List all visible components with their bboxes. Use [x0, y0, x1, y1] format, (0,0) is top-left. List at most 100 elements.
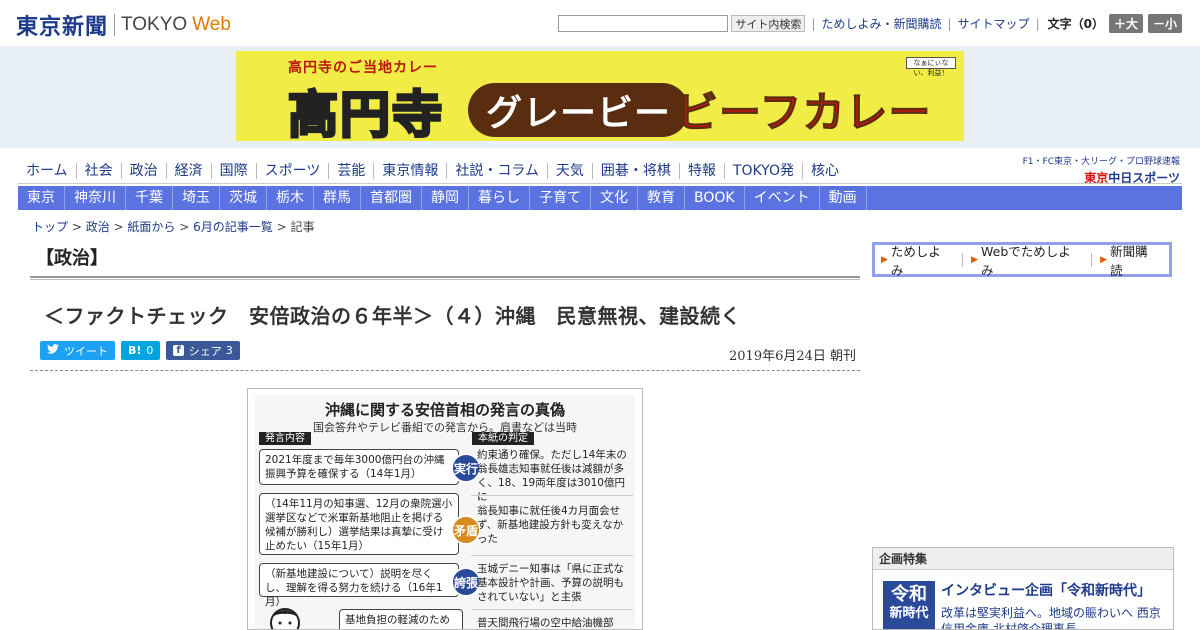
nav-go-shogi[interactable]: 囲碁・将棋 [591, 163, 679, 179]
article-headline: ＜ファクトチェック 安倍政治の６年半＞（４）沖縄 民意無視、建設続く [44, 304, 741, 328]
feature-title-link[interactable]: インタビュー企画「令和新時代」 [941, 580, 1151, 600]
breadcrumb-separator: > [272, 220, 291, 234]
lnav-shizuoka[interactable]: 静岡 [422, 186, 469, 210]
arrow-right-icon: ▶ [1100, 254, 1108, 265]
facebook-share-label: シェア [188, 344, 222, 358]
figure-quote: 2021年度まで毎年3000億円台の沖縄振興予算を確保する（14年1月） [259, 449, 459, 485]
reiwa-thumbnail[interactable]: 令和 新時代 [883, 581, 935, 629]
font-size-label: 文字（0） [1047, 17, 1104, 31]
breadcrumb-separator: > [109, 220, 128, 234]
global-nav: ホーム 社会 政治 経済 国際 スポーツ 芸能 東京情報 社説・コラム 天気 囲… [18, 158, 847, 184]
breadcrumb-separator: > [68, 220, 86, 234]
breadcrumb-politics[interactable]: 政治 [86, 220, 110, 234]
lnav-book[interactable]: BOOK [685, 186, 745, 210]
publication-date: 2019年6月24日 朝刊 [729, 349, 857, 364]
twitter-bird-icon [47, 344, 59, 357]
site-search-input[interactable] [558, 15, 729, 32]
lnav-kanagawa[interactable]: 神奈川 [65, 186, 126, 210]
breadcrumb-top[interactable]: トップ [32, 220, 68, 234]
divider: | [947, 16, 952, 31]
ad-badge: なぁにぃない、利益！ [906, 57, 956, 77]
top-utility-bar: サイト内検索 | ためしよみ・新聞購読 | サイトマップ | 文字（0） ＋大 … [558, 14, 1182, 33]
nav-society[interactable]: 社会 [75, 163, 121, 179]
lnav-gunma[interactable]: 群馬 [314, 186, 361, 210]
nav-entertainment[interactable]: 芸能 [328, 163, 373, 179]
tweet-label: ツイート [64, 344, 108, 358]
figure-title: 沖縄に関する安倍首相の発言の真偽 [324, 401, 565, 419]
headline-divider [30, 370, 860, 371]
lnav-living[interactable]: 暮らし [469, 186, 530, 210]
nav-weather[interactable]: 天気 [546, 163, 592, 179]
web-trial-read-label: Webでためしよみ [981, 243, 1071, 278]
breadcrumb-june-articles[interactable]: 6月の記事一覧 [193, 220, 273, 234]
breadcrumb-from-paper[interactable]: 紙面から [127, 220, 175, 234]
figure-quote: （14年11月の知事選、12月の衆院選小選挙区などで米軍新基地阻止を掲げる候補が… [259, 493, 459, 555]
feature-description-link[interactable]: 改革は堅実利益へ。地域の賑わいへ 西京信用金庫 北村啓介理事長 [941, 605, 1171, 629]
nav-kakushin[interactable]: 核心 [801, 163, 847, 179]
feature-heading: 企画特集 [873, 548, 1173, 570]
figure-tab-statements: 発言内容 [259, 432, 311, 445]
lnav-events[interactable]: イベント [745, 186, 820, 210]
curry-ad-banner[interactable]: 高円寺のご当地カレー 高円寺 グレービー ビーフカレー なぁにぃない、利益！ [236, 51, 964, 141]
feature-special-box: 企画特集 令和 新時代 インタビュー企画「令和新時代」 改革は堅実利益へ。地域の… [872, 547, 1174, 630]
hatena-count: 0 [146, 344, 154, 357]
trial-read-label: ためしよみ [890, 243, 941, 278]
hatena-bookmark-button[interactable]: B! 0 [121, 341, 161, 360]
divider [962, 252, 964, 267]
chunichi-sports-promo[interactable]: F1・FC東京・大リーグ・プロ野球速報 東京中日スポーツ [1023, 154, 1180, 186]
site-header: 東京新聞 TOKYO Web サイト内検索 | ためしよみ・新聞購読 | サイト… [0, 0, 1200, 46]
figure-subtitle: 国会答弁やテレビ番組での発言から。肩書などは当時 [313, 421, 577, 434]
fact-check-infographic: 沖縄に関する安倍首相の発言の真偽 国会答弁やテレビ番組での発言から。肩書などは当… [255, 395, 635, 629]
site-search-button[interactable]: サイト内検索 [731, 15, 806, 32]
divider [1091, 252, 1093, 267]
subscribe-link[interactable]: ▶ 新聞購読 [1100, 241, 1159, 279]
figure-row-divider [471, 495, 633, 496]
ad-area: 高円寺のご当地カレー 高円寺 グレービー ビーフカレー なぁにぃない、利益！ [0, 46, 1200, 148]
tweet-button[interactable]: ツイート [40, 341, 115, 360]
trial-read-link[interactable]: ▶ ためしよみ [881, 241, 952, 279]
nav-editorial-column[interactable]: 社説・コラム [446, 163, 547, 179]
nav-international[interactable]: 国際 [210, 163, 256, 179]
lnav-parenting[interactable]: 子育て [530, 186, 591, 210]
lnav-tochigi[interactable]: 栃木 [267, 186, 314, 210]
nav-tokyo-info[interactable]: 東京情報 [373, 163, 446, 179]
nav-politics[interactable]: 政治 [120, 163, 166, 179]
article-figure[interactable]: 沖縄に関する安倍首相の発言の真偽 国会答弁やテレビ番組での発言から。肩書などは当… [247, 388, 643, 630]
nav-divider-line [18, 183, 1182, 184]
sitemap-link[interactable]: サイトマップ [958, 15, 1030, 32]
lnav-tokyo[interactable]: 東京 [18, 186, 65, 210]
font-size-up-button[interactable]: ＋大 [1108, 14, 1143, 33]
lnav-ibaraki[interactable]: 茨城 [220, 186, 267, 210]
logo-japanese: 東京新聞 [16, 14, 109, 40]
hatena-b-icon: B! [128, 344, 142, 357]
breadcrumb-separator: > [175, 220, 194, 234]
figure-verdict: 玉城デニー知事は「県に正式な基本設計や計画、予算の説明もされていない」と主張 [477, 563, 624, 603]
facebook-share-button[interactable]: f シェア 3 [166, 341, 240, 360]
nav-economy[interactable]: 経済 [165, 163, 211, 179]
subscribe-label: 新聞購読 [1110, 243, 1148, 278]
figure-row-divider [471, 555, 633, 556]
font-size-down-button[interactable]: －小 [1147, 14, 1182, 33]
local-nav: 東京 神奈川 千葉 埼玉 茨城 栃木 群馬 首都圏 静岡 暮らし 子育て 文化 … [18, 186, 1182, 210]
trial-subscribe-link[interactable]: ためしよみ・新聞購読 [821, 15, 941, 32]
lnav-culture[interactable]: 文化 [591, 186, 638, 210]
nav-sports[interactable]: スポーツ [255, 163, 329, 179]
ad-tagline: 高円寺のご当地カレー [288, 60, 438, 76]
lnav-saitama[interactable]: 埼玉 [173, 186, 220, 210]
web-trial-read-link[interactable]: ▶ Webでためしよみ [971, 241, 1081, 279]
divider: | [1035, 16, 1040, 31]
breadcrumb: トップ > 政治 > 紙面から > 6月の記事一覧 > 記事 [32, 218, 314, 235]
nav-tokuho[interactable]: 特報 [678, 163, 724, 179]
nav-tokyo-hatsu[interactable]: TOKYO発 [723, 163, 802, 179]
facebook-f-icon: f [173, 345, 184, 356]
share-buttons: ツイート B! 0 f シェア 3 [40, 341, 246, 360]
arrow-right-icon: ▶ [881, 254, 888, 265]
lnav-video[interactable]: 動画 [820, 186, 867, 210]
section-title: 【政治】 [36, 248, 108, 269]
lnav-shutoken[interactable]: 首都圏 [361, 186, 422, 210]
lnav-chiba[interactable]: 千葉 [126, 186, 173, 210]
nav-home[interactable]: ホーム [18, 163, 76, 179]
site-logo[interactable]: 東京新聞 TOKYO Web [16, 9, 231, 41]
figure-quote: 基地負担の軽減のため [339, 609, 463, 629]
lnav-education[interactable]: 教育 [638, 186, 685, 210]
